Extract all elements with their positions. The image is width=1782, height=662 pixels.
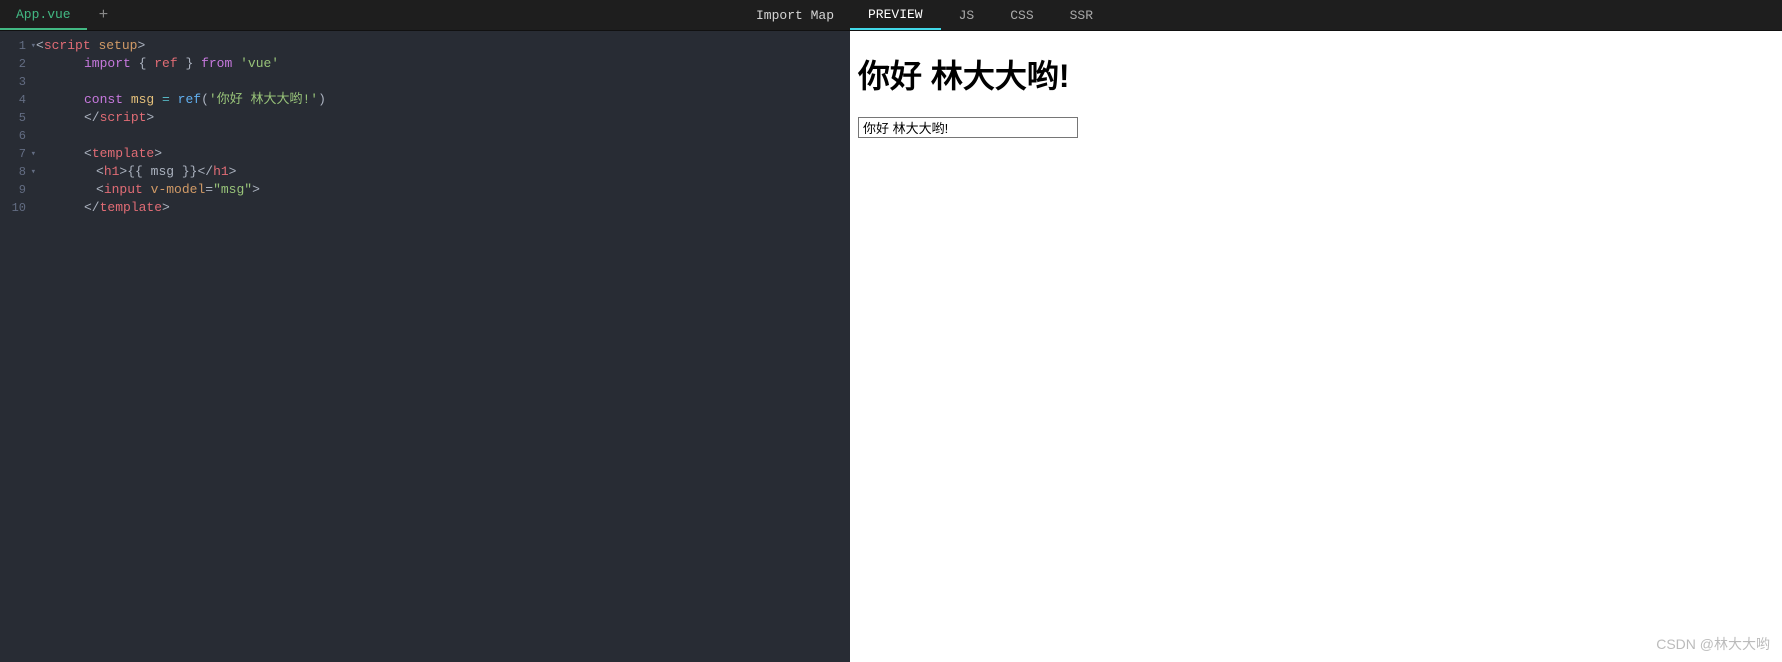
line-number: 4 [19,93,26,107]
line-number: 9 [19,183,26,197]
line-number: 3 [19,75,26,89]
code-line: const msg = ref('你好 林大大哟!') [36,91,850,109]
tab-preview[interactable]: PREVIEW [850,0,941,30]
tab-js[interactable]: JS [941,0,993,30]
tab-label: PREVIEW [868,7,923,22]
fold-icon[interactable]: ▾ [31,163,36,181]
preview-input[interactable] [858,117,1078,138]
add-tab-button[interactable]: + [87,6,121,24]
import-map-label: Import Map [756,8,834,23]
code-line: <script setup> [36,37,850,55]
preview-heading: 你好 林大大哟! [858,51,1774,97]
code-line [36,127,850,145]
tab-label: SSR [1070,8,1093,23]
file-tab-label: App.vue [16,7,71,22]
code-line: <template> [36,145,850,163]
code-editor[interactable]: 1▾ 2 3 4 5 6 7▾ 8▾ 9 10 <script setup> i… [0,31,850,662]
line-number: 1 [19,39,26,53]
line-number: 2 [19,57,26,71]
line-number: 8 [19,165,26,179]
tab-label: CSS [1010,8,1033,23]
tab-label: JS [959,8,975,23]
tab-css[interactable]: CSS [992,0,1051,30]
code-line: <input v-model="msg"> [36,181,850,199]
plus-icon: + [99,6,109,24]
fold-icon[interactable]: ▾ [31,145,36,163]
preview-tabs-bar: PREVIEW JS CSS SSR [850,0,1782,31]
code-line: </template> [36,199,850,217]
code-line [36,73,850,91]
fold-icon[interactable]: ▾ [31,37,36,55]
line-number: 10 [12,201,26,215]
tabs-bar: App.vue + Import Map [0,0,850,31]
import-map-button[interactable]: Import Map [740,8,850,23]
line-number: 7 [19,147,26,161]
preview-panel: PREVIEW JS CSS SSR 你好 林大大哟! [850,0,1782,662]
line-gutter: 1▾ 2 3 4 5 6 7▾ 8▾ 9 10 [0,37,32,662]
file-tab-app-vue[interactable]: App.vue [0,0,87,30]
line-number: 5 [19,111,26,125]
code-line: <h1>{{ msg }}</h1> [36,163,850,181]
tab-ssr[interactable]: SSR [1052,0,1111,30]
editor-panel: App.vue + Import Map 1▾ 2 3 4 5 6 7▾ 8▾ … [0,0,850,662]
preview-content: 你好 林大大哟! [850,31,1782,662]
code-content[interactable]: <script setup> import { ref } from 'vue'… [32,37,850,662]
code-line: </script> [36,109,850,127]
code-line: import { ref } from 'vue' [36,55,850,73]
line-number: 6 [19,129,26,143]
